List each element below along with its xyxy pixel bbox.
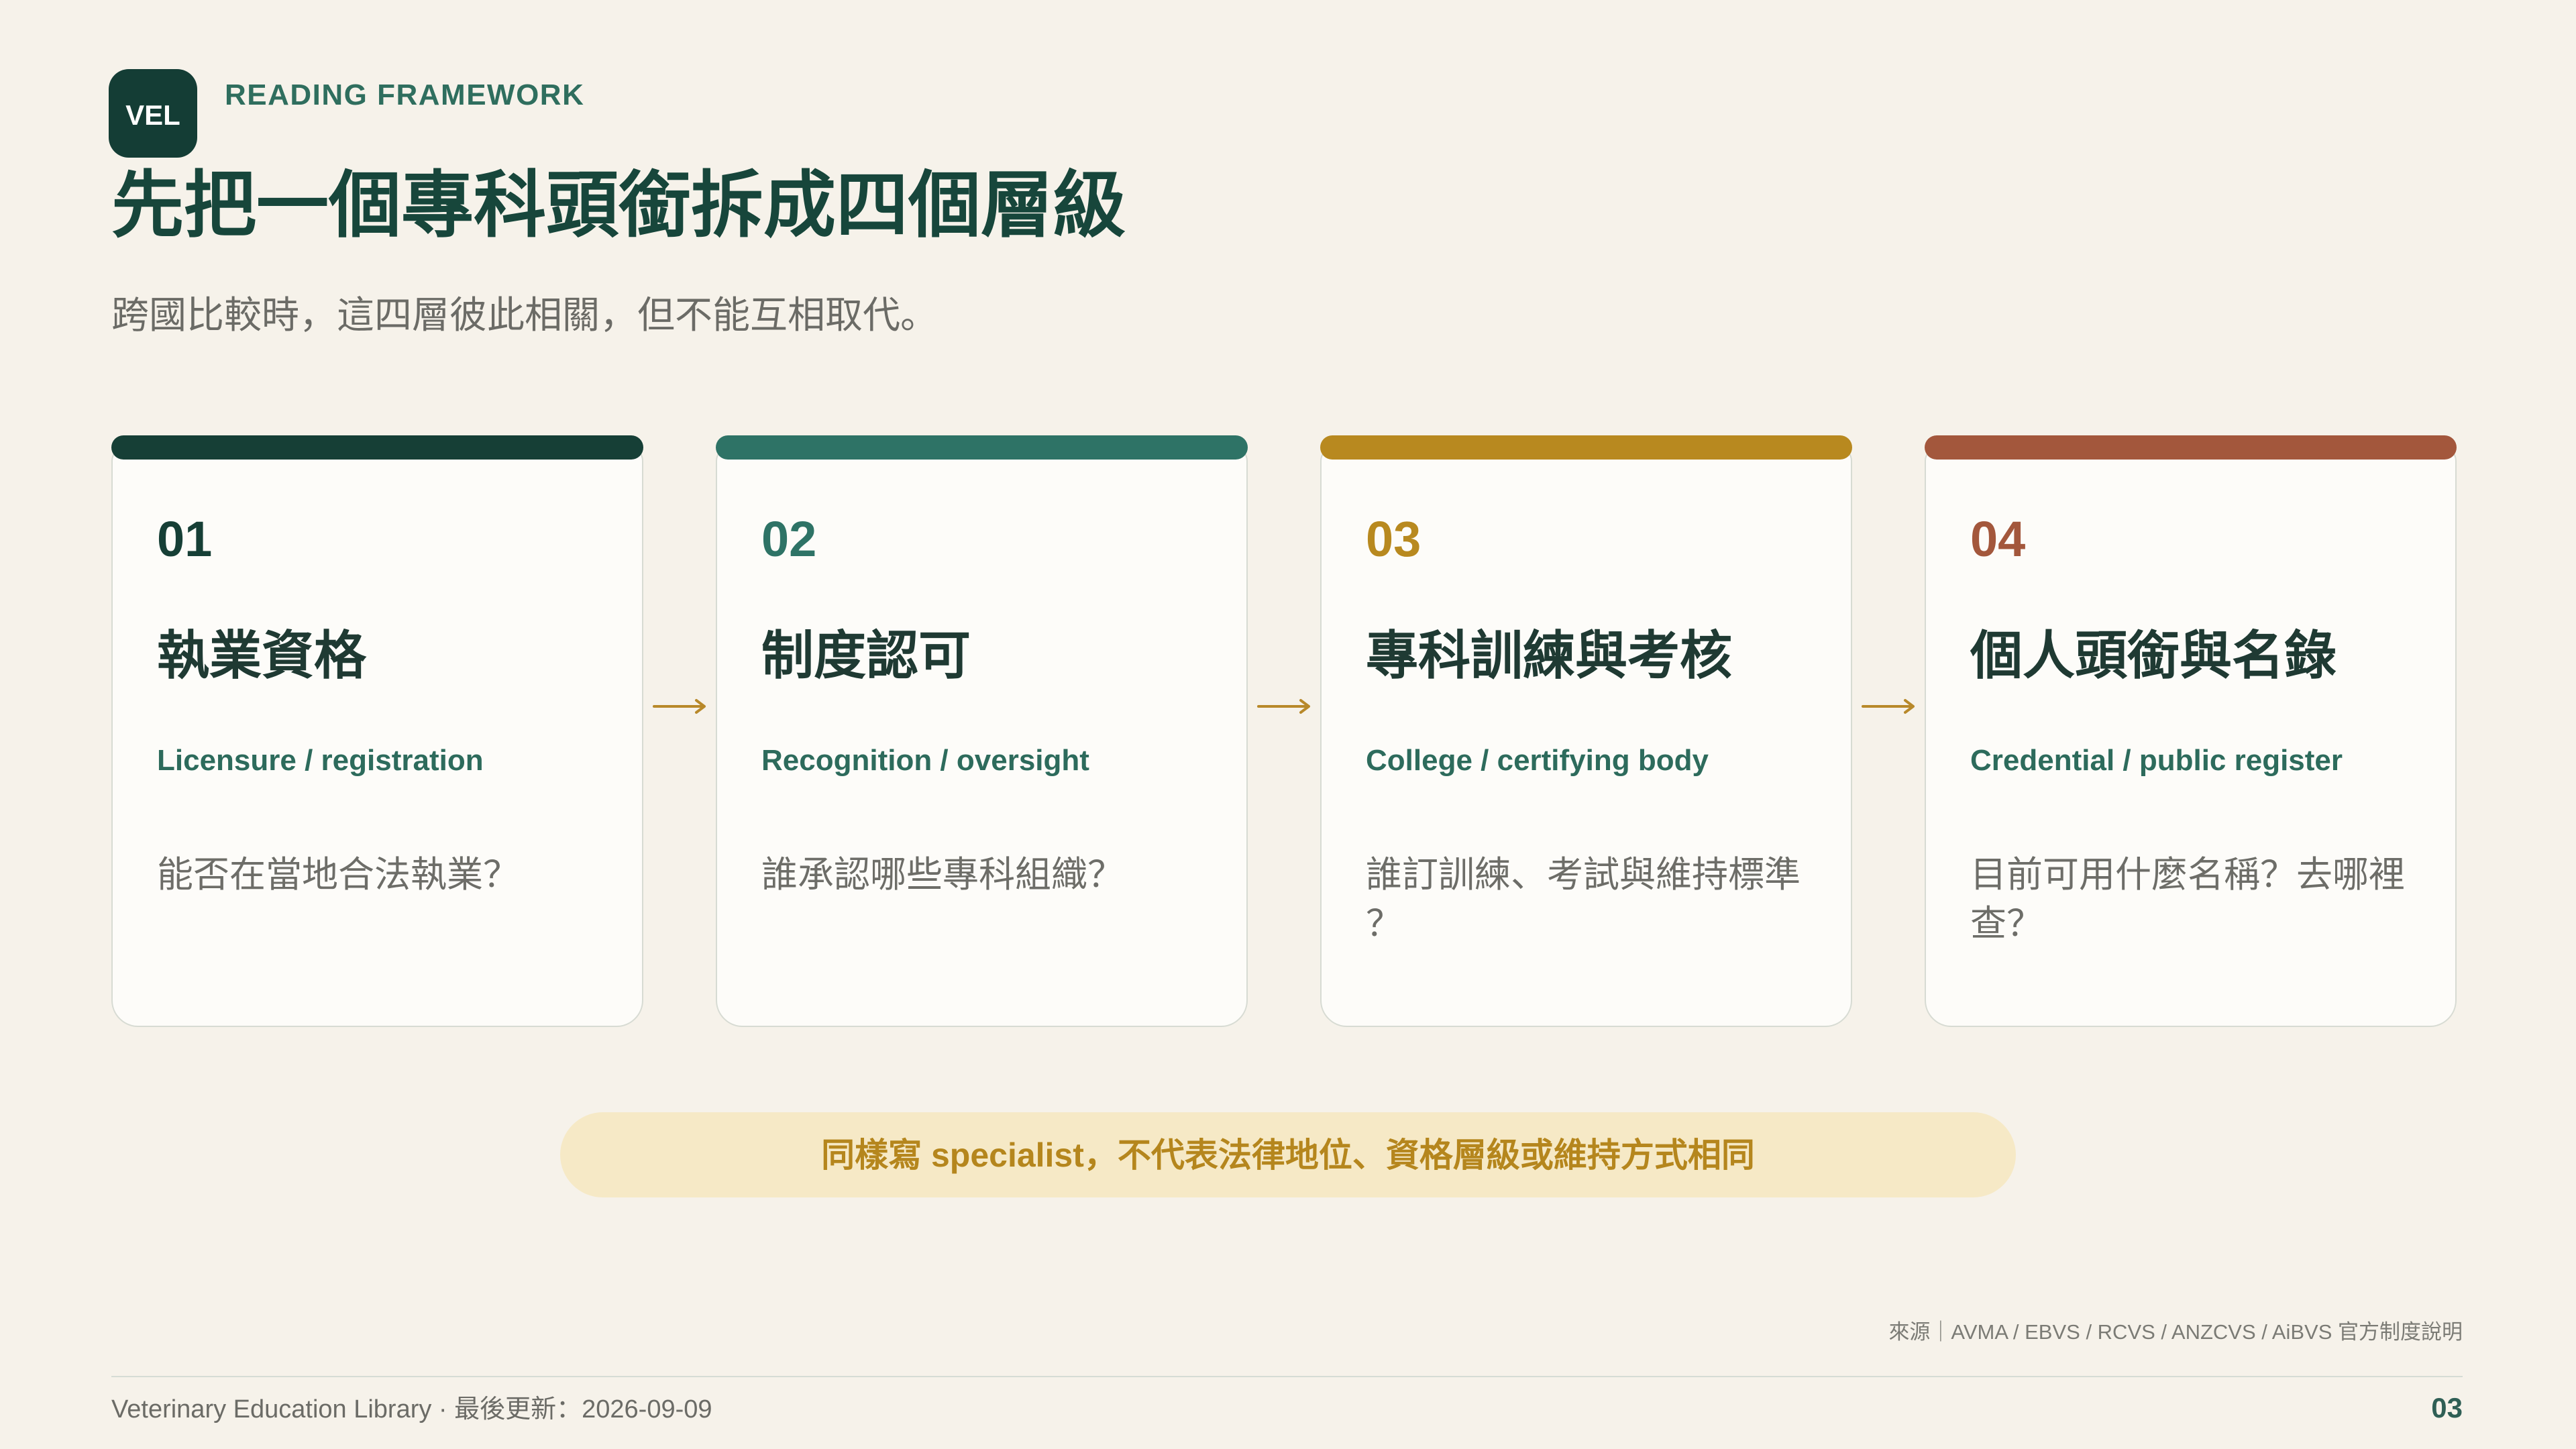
layer-card-accent-bar — [1925, 435, 2457, 460]
arrow-right-icon — [1862, 699, 1915, 714]
layer-english-label: College / certifying body — [1366, 744, 1709, 777]
layer-title: 執業資格 — [157, 626, 367, 685]
layer-card-accent-bar — [111, 435, 643, 460]
layer-card-3: 03 專科訓練與考核 College / certifying body 誰訂訓… — [1320, 435, 1852, 1027]
layer-english-label: Credential / public register — [1970, 744, 2343, 777]
footer-text: Veterinary Education Library · 最後更新：2026… — [111, 1395, 712, 1424]
arrow-right-icon — [1257, 699, 1310, 714]
layer-number: 02 — [761, 511, 817, 567]
layer-english-label: Recognition / oversight — [761, 744, 1089, 777]
layer-title: 個人頭銜與名錄 — [1970, 626, 2337, 685]
layer-question: 能否在當地合法執業？ — [157, 855, 519, 895]
page-subtitle: 跨國比較時，這四層彼此相關，但不能互相取代。 — [111, 294, 938, 336]
layer-question: 目前可用什麼名稱？去哪裡查？ — [1970, 855, 2405, 944]
page-number: 03 — [2431, 1392, 2463, 1424]
eyebrow-label: READING FRAMEWORK — [225, 78, 585, 111]
callout-pill: 同樣寫 specialist，不代表法律地位、資格層級或維持方式相同 — [560, 1112, 2016, 1197]
layer-number: 04 — [1970, 511, 2026, 567]
layer-card-2: 02 制度認可 Recognition / oversight 誰承認哪些專科組… — [716, 435, 1248, 1027]
brand-badge: VEL — [109, 69, 197, 158]
layer-card-accent-bar — [1320, 435, 1852, 460]
layer-question: 誰承認哪些專科組織？ — [761, 855, 1124, 895]
layer-title: 制度認可 — [761, 626, 971, 685]
layer-number: 03 — [1366, 511, 1421, 567]
arrow-right-icon — [653, 699, 706, 714]
layer-card-4: 04 個人頭銜與名錄 Credential / public register … — [1925, 435, 2457, 1027]
page-title: 先把一個專科頭銜拆成四個層級 — [111, 164, 1126, 246]
layer-question: 誰訂訓練、考試與維持標準？ — [1366, 855, 1801, 944]
footer-divider — [111, 1376, 2463, 1377]
layer-english-label: Licensure / registration — [157, 744, 484, 777]
brand-badge-text: VEL — [125, 99, 180, 131]
source-note: 來源｜AVMA / EBVS / RCVS / ANZCVS / AiBVS 官… — [1888, 1320, 2463, 1344]
layer-card-1: 01 執業資格 Licensure / registration 能否在當地合法… — [111, 435, 643, 1027]
layer-number: 01 — [157, 511, 213, 567]
layer-card-accent-bar — [716, 435, 1248, 460]
layer-title: 專科訓練與考核 — [1366, 626, 1733, 685]
callout-text: 同樣寫 specialist，不代表法律地位、資格層級或維持方式相同 — [821, 1136, 1755, 1174]
